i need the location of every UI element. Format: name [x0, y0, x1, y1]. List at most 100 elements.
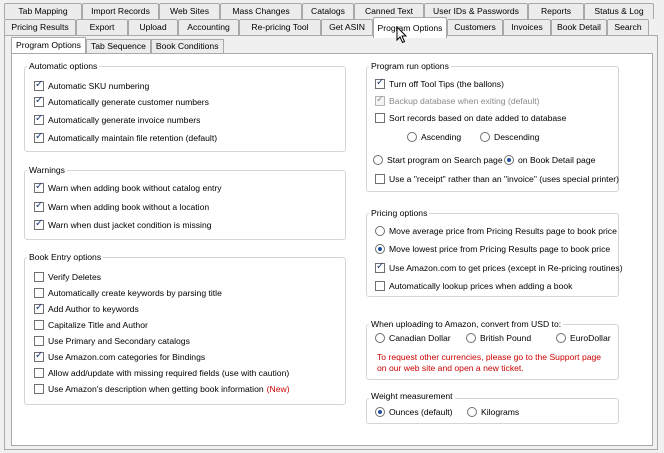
checkbox-icon[interactable] [375, 261, 385, 273]
checkbox-icon[interactable] [34, 79, 44, 91]
tab-upload[interactable]: Upload [128, 19, 178, 35]
checkbox-add-author-keywords[interactable]: Add Author to keywords [34, 302, 139, 316]
upload-currency-title: When uploading to Amazon, convert from U… [369, 319, 564, 329]
subtab-program-options[interactable]: Program Options [11, 37, 86, 53]
checkbox-icon[interactable] [34, 131, 44, 143]
tab-book-detail[interactable]: Book Detail [551, 19, 607, 35]
currency-note-line-2: on our web site and open a new ticket. [377, 363, 524, 373]
checkbox-label: Capitalize Title and Author [48, 320, 148, 330]
checkbox-use-receipt[interactable]: Use a "receipt" rather than an "invoice"… [375, 172, 619, 186]
radio-icon[interactable] [373, 155, 383, 165]
radio-kilograms[interactable]: Kilograms [467, 405, 519, 419]
checkbox-automatic-sku[interactable]: Automatic SKU numbering [34, 79, 149, 93]
tab-search[interactable]: Search [607, 19, 649, 35]
checkbox-icon[interactable] [375, 113, 385, 123]
checkbox-warn-location[interactable]: Warn when adding book without a location [34, 200, 209, 214]
checkbox-icon[interactable] [34, 200, 44, 212]
tab-catalogs[interactable]: Catalogs [302, 3, 354, 19]
checkbox-label: Sort records based on date added to data… [389, 113, 567, 123]
checkbox-capitalize[interactable]: Capitalize Title and Author [34, 318, 148, 332]
checkbox-icon[interactable] [34, 302, 44, 314]
radio-label: Ascending [421, 132, 462, 142]
radio-descending[interactable]: Descending [480, 130, 539, 144]
radio-icon[interactable] [407, 132, 417, 142]
checkbox-icon[interactable] [375, 77, 385, 89]
radio-label: on Book Detail page [518, 155, 596, 165]
tab-pricing-results[interactable]: Pricing Results [4, 19, 76, 35]
checkbox-label: Add Author to keywords [48, 304, 139, 314]
tab-customers[interactable]: Customers [447, 19, 503, 35]
tab-re-pricing-tool[interactable]: Re-pricing Tool [239, 19, 321, 35]
checkbox-icon[interactable] [34, 272, 44, 282]
checkbox-sort-records[interactable]: Sort records based on date added to data… [375, 111, 566, 125]
program-run-title: Program run options [369, 61, 451, 71]
checkbox-icon[interactable] [34, 320, 44, 330]
checkbox-icon[interactable] [34, 95, 44, 107]
checkbox-turn-off-tooltips[interactable]: Turn off Tool Tips (the ballons) [375, 77, 504, 91]
checkbox-label: Automatically generate invoice numbers [48, 115, 201, 125]
radio-icon[interactable] [556, 333, 566, 343]
checkbox-warn-catalog[interactable]: Warn when adding book without catalog en… [34, 181, 222, 195]
checkbox-create-keywords[interactable]: Automatically create keywords by parsing… [34, 286, 222, 300]
checkbox-backup-database[interactable]: Backup database when exiting (default) [375, 94, 540, 108]
tab-get-asin[interactable]: Get ASIN [321, 19, 373, 35]
checkbox-warn-dust-jacket[interactable]: Warn when dust jacket condition is missi… [34, 218, 212, 232]
tab-invoices[interactable]: Invoices [503, 19, 551, 35]
radio-icon[interactable] [375, 244, 385, 254]
tab-status-log[interactable]: Status & Log [584, 3, 654, 19]
tab-web-sites[interactable]: Web Sites [159, 3, 220, 19]
checkbox-amazon-description[interactable]: Use Amazon's description when getting bo… [34, 382, 290, 396]
radio-ounces[interactable]: Ounces (default) [375, 405, 453, 419]
radio-start-search[interactable]: Start program on Search page [373, 153, 503, 167]
subtab-book-conditions[interactable]: Book Conditions [150, 39, 224, 53]
radio-icon[interactable] [467, 407, 477, 417]
automatic-options-title: Automatic options [27, 61, 100, 71]
pricing-options-title: Pricing options [369, 208, 430, 218]
tab-mass-changes[interactable]: Mass Changes [220, 3, 302, 19]
tab-reports[interactable]: Reports [528, 3, 584, 19]
radio-icon[interactable] [375, 226, 385, 236]
radio-start-book-detail[interactable]: on Book Detail page [504, 153, 595, 167]
checkbox-icon[interactable] [34, 384, 44, 394]
checkbox-icon[interactable] [34, 288, 44, 298]
radio-british-pound[interactable]: British Pound [466, 331, 531, 345]
radio-icon[interactable] [375, 407, 385, 417]
radio-lowest-price[interactable]: Move lowest price from Pricing Results p… [375, 242, 610, 256]
radio-canadian-dollar[interactable]: Canadian Dollar [375, 331, 451, 345]
tab-tab-mapping[interactable]: Tab Mapping [4, 3, 82, 19]
subtab-tab-sequence[interactable]: Tab Sequence [85, 39, 151, 53]
tab-export[interactable]: Export [76, 19, 128, 35]
radio-icon[interactable] [466, 333, 476, 343]
checkbox-icon[interactable] [375, 94, 385, 106]
checkbox-amazon-categories[interactable]: Use Amazon.com categories for Bindings [34, 350, 205, 364]
checkbox-label: Allow add/update with missing required f… [48, 368, 290, 378]
checkbox-file-retention[interactable]: Automatically maintain file retention (d… [34, 131, 217, 145]
checkbox-primary-secondary-catalogs[interactable]: Use Primary and Secondary catalogs [34, 334, 190, 348]
checkbox-generate-invoice-numbers[interactable]: Automatically generate invoice numbers [34, 113, 200, 127]
radio-icon[interactable] [504, 155, 514, 165]
tab-program-options[interactable]: Program Options [373, 17, 447, 38]
checkbox-icon[interactable] [375, 174, 385, 184]
checkbox-lookup-prices[interactable]: Automatically lookup prices when adding … [375, 279, 572, 293]
checkbox-generate-customer-numbers[interactable]: Automatically generate customer numbers [34, 95, 209, 109]
checkbox-icon[interactable] [34, 350, 44, 362]
tab-import-records[interactable]: Import Records [82, 3, 159, 19]
checkbox-amazon-prices[interactable]: Use Amazon.com to get prices (except in … [375, 261, 623, 275]
checkbox-label: Turn off Tool Tips (the ballons) [389, 79, 504, 89]
checkbox-verify-deletes[interactable]: Verify Deletes [34, 270, 101, 284]
checkbox-icon[interactable] [34, 113, 44, 125]
checkbox-icon[interactable] [375, 281, 385, 291]
radio-ascending[interactable]: Ascending [407, 130, 461, 144]
radio-icon[interactable] [480, 132, 490, 142]
checkbox-icon[interactable] [34, 368, 44, 378]
radio-label: Kilograms [481, 407, 520, 417]
checkbox-allow-missing-fields[interactable]: Allow add/update with missing required f… [34, 366, 289, 380]
radio-icon[interactable] [375, 333, 385, 343]
radio-average-price[interactable]: Move average price from Pricing Results … [375, 224, 617, 238]
checkbox-icon[interactable] [34, 181, 44, 193]
tab-accounting[interactable]: Accounting [178, 19, 239, 35]
checkbox-icon[interactable] [34, 218, 44, 230]
radio-eurodollar[interactable]: EuroDollar [556, 331, 611, 345]
radio-label: Move average price from Pricing Results … [389, 226, 617, 236]
checkbox-icon[interactable] [34, 336, 44, 346]
